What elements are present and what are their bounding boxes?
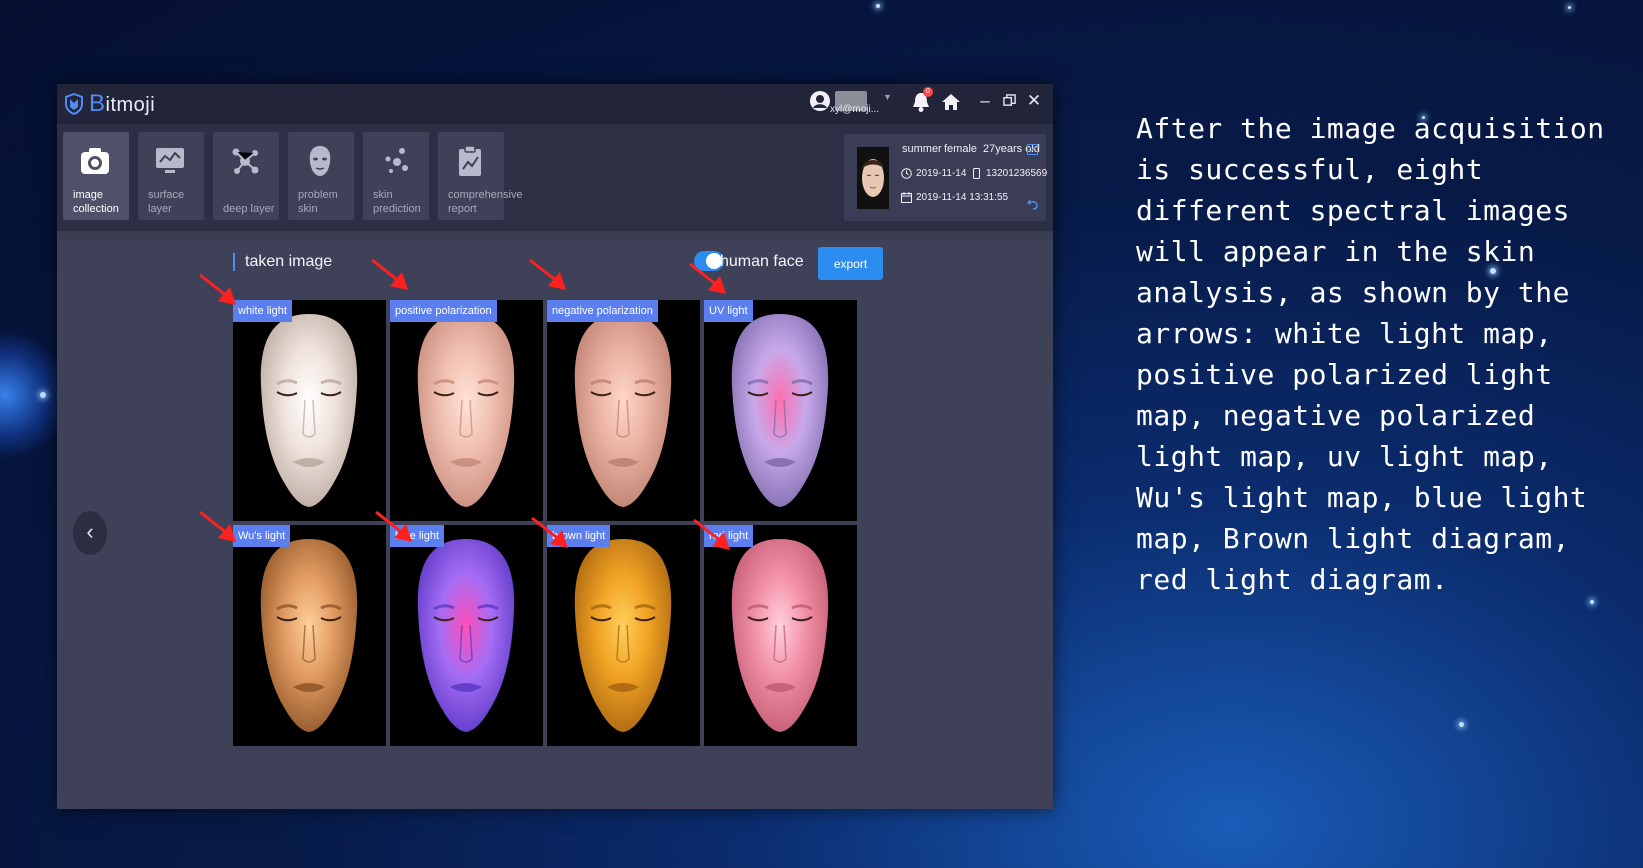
app-name: Bitmoji: [89, 90, 156, 117]
restore-icon: [1002, 94, 1016, 106]
face-image: [547, 525, 700, 746]
capture-datetime: 2019-11-14 13:31:55: [916, 192, 1009, 203]
spectral-image-card[interactable]: red light: [704, 525, 857, 746]
spectral-image-card[interactable]: brown light: [547, 525, 700, 746]
tool-comprehensive-report[interactable]: comprehensive report: [438, 132, 523, 220]
export-button[interactable]: export: [818, 247, 883, 280]
shield-logo-icon: [65, 93, 83, 115]
client-gender: female: [944, 143, 978, 155]
face-image: [704, 300, 857, 521]
tool-skin-prediction[interactable]: skin prediction: [363, 132, 429, 220]
phone-icon: [973, 168, 980, 179]
previous-page-button[interactable]: ‹: [73, 511, 107, 555]
tool-surface-layer[interactable]: surface layer: [138, 132, 204, 220]
red-arrow-icon: [375, 510, 412, 542]
client-photo: [857, 147, 889, 209]
section-title: taken image: [233, 253, 332, 271]
tool-image-collection[interactable]: image collection: [63, 132, 129, 220]
spectral-image-card[interactable]: positive polarization: [390, 300, 543, 521]
toggle-label: human face: [720, 253, 804, 270]
background-star: [1568, 6, 1571, 9]
tool-label: deep layer: [223, 203, 275, 215]
home-icon[interactable]: [941, 92, 961, 112]
tool-deep-layer[interactable]: deep layer: [213, 132, 279, 220]
clipboard-chart-icon: [459, 145, 481, 176]
red-arrow-icon: [689, 262, 726, 294]
red-arrow-icon: [371, 258, 408, 290]
background-star: [876, 4, 880, 8]
client-profile: summer female 27years old 2019-11-14 132…: [844, 134, 1048, 221]
image-label: UV light: [704, 300, 753, 322]
dots-scatter-icon: [385, 148, 408, 173]
tool-label: comprehensive report: [448, 189, 523, 215]
background-star: [1590, 600, 1594, 604]
tool-problem-skin[interactable]: problem skin: [288, 132, 354, 220]
notification-badge: 0: [923, 87, 933, 97]
tool-label: skin prediction: [373, 189, 421, 215]
clock-icon: [901, 168, 912, 179]
user-avatar-icon: [810, 91, 830, 111]
spectral-image-card[interactable]: blue light: [390, 525, 543, 746]
tool-label: image collection: [73, 189, 119, 215]
image-label: negative polarization: [547, 300, 658, 322]
close-button[interactable]: ✕: [1023, 90, 1045, 112]
face-image: [390, 525, 543, 746]
description-text: After the image acquisition is successfu…: [1136, 112, 1605, 596]
red-arrow-icon: [531, 516, 568, 548]
title-bar: Bitmoji xyl@moji... ▼ 0 – ✕: [57, 84, 1053, 124]
user-name: xyl@moji...: [830, 104, 880, 115]
spectral-image-card[interactable]: Wu's light: [233, 525, 386, 746]
tool-label: surface layer: [148, 189, 185, 215]
red-arrow-icon: [693, 518, 730, 550]
tool-label: problem skin: [298, 189, 338, 215]
restore-button[interactable]: [998, 90, 1020, 112]
face-image: [233, 300, 386, 521]
spectral-image-card[interactable]: UV light: [704, 300, 857, 521]
client-face-thumbnail: [857, 147, 889, 209]
calendar-icon: [901, 192, 912, 203]
client-phone: 13201236569: [986, 168, 1048, 179]
image-label: positive polarization: [390, 300, 497, 322]
face-mask-icon: [309, 146, 331, 176]
background-star: [1459, 722, 1464, 727]
red-arrow-icon: [529, 258, 566, 290]
app-window: Bitmoji xyl@moji... ▼ 0 – ✕ image collec…: [57, 84, 1053, 809]
face-image: [233, 525, 386, 746]
face-image: [390, 300, 543, 521]
face-image: [547, 300, 700, 521]
minimize-button[interactable]: –: [974, 90, 996, 112]
red-arrow-icon: [199, 510, 236, 542]
background-star: [40, 392, 46, 398]
module-toolbar: image collection surface layer deep laye…: [57, 124, 1053, 231]
chevron-down-icon[interactable]: ▼: [883, 92, 892, 102]
capture-date: 2019-11-14: [916, 168, 967, 179]
spectral-image-card[interactable]: negative polarization: [547, 300, 700, 521]
molecule-icon: [232, 148, 259, 174]
edit-icon[interactable]: [1027, 144, 1038, 155]
undo-icon[interactable]: [1027, 198, 1039, 210]
client-name: summer: [902, 143, 942, 155]
red-arrow-icon: [199, 273, 236, 305]
face-image: [704, 525, 857, 746]
app-logo: Bitmoji: [65, 90, 155, 118]
spectral-image-card[interactable]: white light: [233, 300, 386, 521]
image-label: Wu's light: [233, 525, 291, 547]
monitor-chart-icon: [156, 148, 184, 173]
image-label: white light: [233, 300, 292, 322]
camera-icon: [81, 148, 109, 174]
